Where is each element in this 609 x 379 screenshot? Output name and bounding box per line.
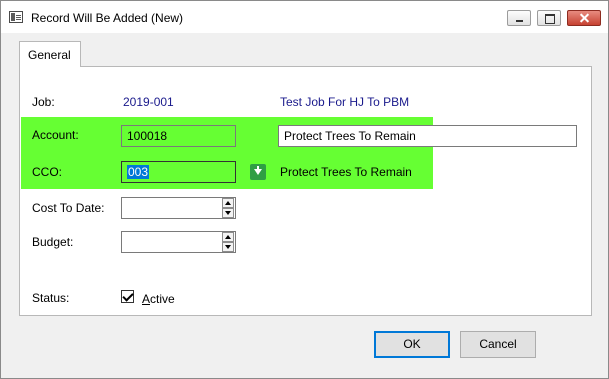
cco-label: CCO: <box>32 165 62 179</box>
job-value: 2019-001 <box>123 95 174 109</box>
cco-description: Protect Trees To Remain <box>280 165 412 179</box>
budget-spinner[interactable] <box>222 231 236 253</box>
title-bar[interactable]: Record Will Be Added (New) <box>1 1 608 33</box>
active-checkbox[interactable] <box>121 290 134 303</box>
spin-up-icon[interactable] <box>222 198 234 208</box>
close-button[interactable] <box>567 10 601 26</box>
account-label: Account: <box>32 128 79 142</box>
job-description: Test Job For HJ To PBM <box>280 95 410 109</box>
cost-to-date-input[interactable] <box>121 197 236 219</box>
account-input[interactable] <box>121 125 236 147</box>
tab-general-label: General <box>28 48 71 62</box>
ok-button[interactable]: OK <box>374 331 450 358</box>
cost-to-date-label: Cost To Date: <box>32 201 105 215</box>
budget-label: Budget: <box>32 235 74 249</box>
active-checkbox-label[interactable]: Active <box>142 292 175 306</box>
maximize-button[interactable] <box>537 10 561 26</box>
budget-input[interactable] <box>121 231 236 253</box>
cco-selected-text: 003 <box>127 165 150 179</box>
cost-to-date-spinner[interactable] <box>222 197 236 219</box>
spin-up-icon[interactable] <box>222 232 234 242</box>
dialog-window: Record Will Be Added (New) General Job: … <box>0 0 609 379</box>
spin-down-icon[interactable] <box>222 208 234 218</box>
window-title: Record Will Be Added (New) <box>31 11 184 25</box>
status-label: Status: <box>32 291 70 305</box>
cancel-button[interactable]: Cancel <box>460 331 536 358</box>
spin-down-icon[interactable] <box>222 242 234 252</box>
app-icon <box>9 11 23 23</box>
job-label: Job: <box>32 95 55 109</box>
account-description-field[interactable]: Protect Trees To Remain <box>278 125 577 147</box>
cco-dropdown-arrow-icon[interactable] <box>250 164 266 180</box>
minimize-button[interactable] <box>507 10 531 26</box>
cco-input[interactable]: 003 <box>121 161 236 183</box>
tab-general[interactable]: General <box>19 41 81 67</box>
